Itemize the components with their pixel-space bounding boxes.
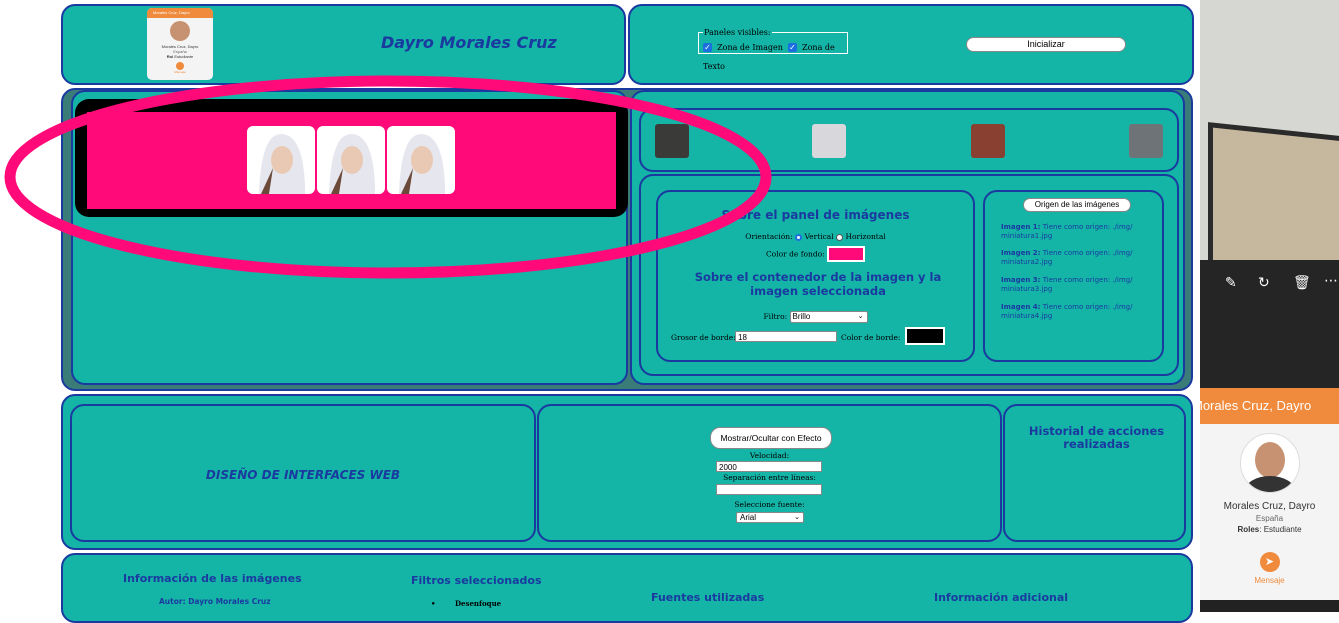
thumbnail-3[interactable] <box>971 124 1005 158</box>
filter-list-item: • Desenfoque <box>431 599 502 608</box>
bottom-bar <box>1200 600 1339 612</box>
zone-text-checkbox[interactable]: ✓ <box>787 43 797 52</box>
toggle-effect-button[interactable]: Mostrar/Ocultar con Efecto <box>710 427 832 449</box>
profile-name: Morales Cruz, Dayro <box>1223 501 1316 512</box>
horizontal-radio[interactable] <box>836 233 844 241</box>
more-icon[interactable]: ⋯ <box>1324 273 1338 289</box>
visible-panels-fieldset: Paneles visibles: ✓ Zona de Imagen ✓ Zon… <box>698 28 848 71</box>
profile-card: Morales Cruz, Dayro Morales Cruz, Dayro … <box>1200 388 1339 600</box>
mini-avatar <box>170 21 190 41</box>
bgcolor-picker[interactable] <box>827 246 866 262</box>
border-color-label: Color de borde: <box>841 333 901 342</box>
text-zone: DISEÑO DE INTERFACES WEB Mostrar/Ocultar… <box>61 394 1193 550</box>
highlight-ellipse <box>4 75 772 279</box>
filter-select[interactable]: Brillo ⌄ <box>789 311 868 323</box>
message-label: Mensaje <box>1254 576 1285 585</box>
profile-country: España <box>1255 514 1284 523</box>
origin-item-1: Imagen 1: Tiene como origen: ./img/ mini… <box>1001 223 1133 240</box>
line-separation-label: Separación entre líneas: <box>723 473 816 482</box>
speed-input[interactable]: 2000 <box>716 461 822 472</box>
speed-label: Velocidad: <box>749 451 790 460</box>
page-title: Dayro Morales Cruz <box>381 33 557 52</box>
vertical-label: Vertical <box>804 232 834 241</box>
avatar <box>1239 433 1300 493</box>
origin-item-4: Imagen 4: Tiene como origen: ./img/ mini… <box>1001 303 1133 320</box>
thumbnail-2[interactable] <box>812 124 846 158</box>
origin-item-2: Imagen 2: Tiene como origen: ./img/ mini… <box>1001 249 1133 266</box>
chevron-down-icon: ⌄ <box>794 514 800 521</box>
course-title: DISEÑO DE INTERFACES WEB <box>205 468 401 482</box>
profile-roles: Roles: Estudiante <box>1237 525 1302 534</box>
horizontal-label: Horizontal <box>845 232 886 241</box>
border-color-picker[interactable] <box>905 327 945 345</box>
author-text: Autor: Dayro Morales Cruz <box>159 597 271 606</box>
web-page: Morales Cruz, Dayro Morales Cruz, Dayro … <box>0 0 1200 623</box>
zone-image-checkbox[interactable]: ✓ <box>703 43 712 52</box>
mini-roles: Rol Estudiante <box>166 54 194 59</box>
photo-toolbar: ✎ ↻ 🗑 ⋯ <box>1200 260 1339 390</box>
profile-card-header: Morales Cruz, Dayro <box>1200 388 1339 424</box>
course-panel: DISEÑO DE INTERFACES WEB <box>70 404 536 542</box>
origin-panel: Origen de las imágenes Imagen 1: Tiene c… <box>983 190 1164 362</box>
mini-card-bar: Morales Cruz, Dayro <box>147 8 213 18</box>
init-button[interactable]: Inicializar <box>966 37 1126 52</box>
images-info-title: Información de las imágenes <box>123 572 302 585</box>
font-label: Seleccione fuente: <box>734 500 805 509</box>
edit-icon[interactable]: ✎ <box>1225 275 1237 291</box>
origin-button[interactable]: Origen de las imágenes <box>1023 198 1131 212</box>
delete-icon[interactable]: 🗑 <box>1293 275 1311 291</box>
history-panel: Historial de acciones realizadas <box>1003 404 1186 542</box>
photo-background <box>1200 0 1339 288</box>
zone-image-label: Zona de Imagen <box>717 43 783 52</box>
fonts-title: Fuentes utilizadas <box>651 591 765 604</box>
chevron-down-icon: ⌄ <box>857 313 864 320</box>
history-title: Historial de acciones realizadas <box>1028 424 1165 451</box>
message-button[interactable]: ➤ Mensaje <box>1200 552 1339 585</box>
filters-title: Filtros seleccionados <box>411 574 542 587</box>
origin-item-3: Imagen 3: Tiene como origen: ./img/ mini… <box>1001 276 1133 293</box>
font-select[interactable]: Arial ⌄ <box>736 512 804 523</box>
info-zone: Información de las imágenes Autor: Dayro… <box>61 553 1193 623</box>
line-separation-input[interactable] <box>716 484 822 495</box>
send-icon: ➤ <box>1259 552 1280 572</box>
effects-panel: Mostrar/Ocultar con Efecto Velocidad: 20… <box>537 404 1002 542</box>
extra-info-title: Información adicional <box>934 591 1069 604</box>
rotate-icon[interactable]: ↻ <box>1258 275 1270 291</box>
thumbnail-4[interactable] <box>1129 124 1163 158</box>
visible-panels-legend: Paneles visibles: <box>704 28 771 37</box>
